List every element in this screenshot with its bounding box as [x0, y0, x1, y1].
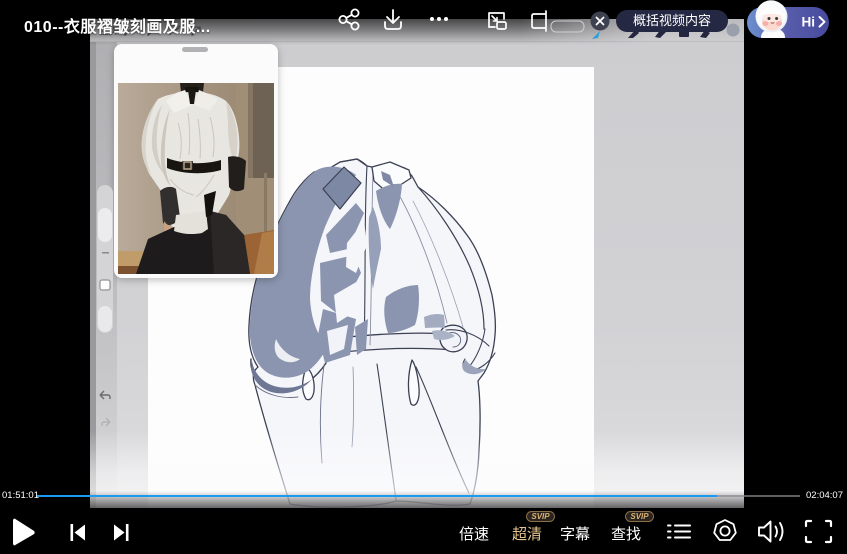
- svg-text:Hi: Hi: [802, 15, 816, 30]
